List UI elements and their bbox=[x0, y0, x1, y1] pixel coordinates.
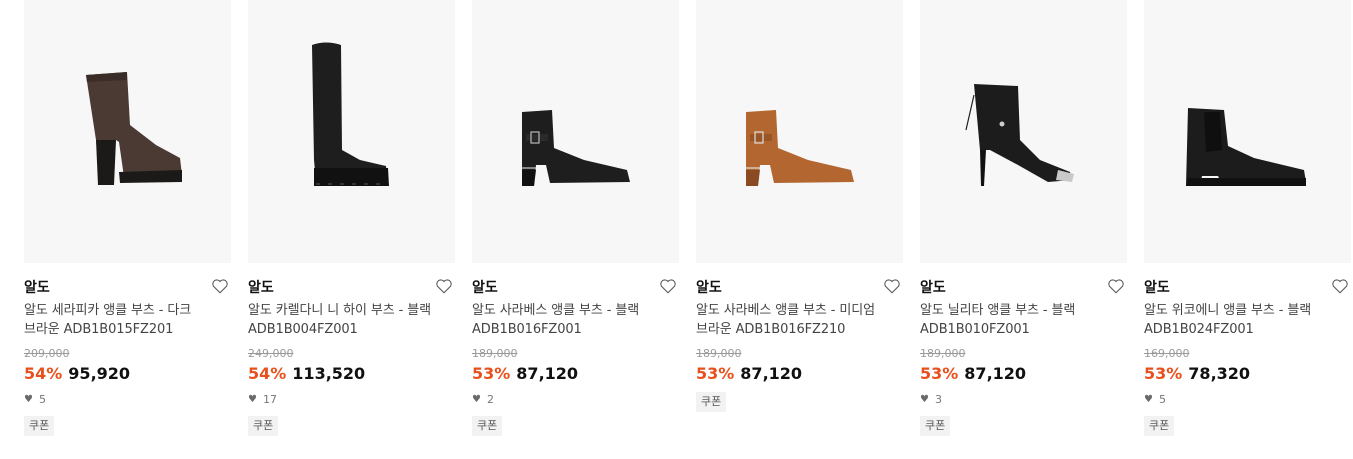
stiletto-ankle-boot-black-icon bbox=[965, 84, 1074, 186]
product-card[interactable]: 알도 알도 사라베스 앵클 부츠 - 블랙 ADB1B016FZ001 189,… bbox=[472, 0, 679, 436]
product-image[interactable] bbox=[472, 0, 679, 263]
product-name[interactable]: 알도 위코에니 앵클 부츠 - 블랙 ADB1B024FZ001 bbox=[1144, 301, 1351, 339]
price-row: 54% 95,920 bbox=[24, 363, 231, 385]
like-count-value: 5 bbox=[38, 393, 46, 406]
product-card[interactable]: 알도 알도 위코에니 앵클 부츠 - 블랙 ADB1B024FZ001 169,… bbox=[1144, 0, 1351, 436]
knee-high-boot-black-icon bbox=[312, 42, 389, 186]
brand-name: 알도 bbox=[472, 280, 498, 296]
like-count: ♥ 17 bbox=[248, 393, 455, 407]
price-row: 53% 87,120 bbox=[920, 363, 1127, 385]
heart-small-icon: ♥ bbox=[920, 394, 929, 405]
wishlist-heart-icon[interactable] bbox=[659, 277, 677, 295]
product-name-line1: 알도 위코에니 앵클 부츠 - 블랙 bbox=[1144, 303, 1312, 318]
product-image[interactable] bbox=[920, 0, 1127, 263]
wishlist-heart-icon[interactable] bbox=[1107, 277, 1125, 295]
product-name-line2: ADB1B004FZ001 bbox=[248, 322, 358, 337]
sale-price: 78,320 bbox=[1188, 364, 1251, 383]
price-row: 53% 87,120 bbox=[472, 363, 679, 385]
product-grid: 알도 알도 세라피카 앵클 부츠 - 다크 브라운 ADB1B015FZ201 … bbox=[0, 0, 1353, 459]
product-name[interactable]: 알도 카렐다니 니 하이 부츠 - 블랙 ADB1B004FZ001 bbox=[248, 301, 455, 339]
ankle-boot-tan-buckle-icon bbox=[746, 110, 854, 186]
product-name[interactable]: 알도 사라베스 앵클 부츠 - 미디엄 브라운 ADB1B016FZ210 bbox=[696, 301, 903, 339]
discount-rate: 53% bbox=[696, 364, 735, 383]
heart-small-icon: ♥ bbox=[472, 394, 481, 405]
price-row: 54% 113,520 bbox=[248, 363, 455, 385]
product-name-line1: 알도 사라베스 앵클 부츠 - 블랙 bbox=[472, 303, 640, 318]
like-count: ♥ 5 bbox=[24, 393, 231, 407]
discount-rate: 54% bbox=[24, 364, 63, 383]
wishlist-heart-icon[interactable] bbox=[1331, 277, 1349, 295]
coupon-badge: 쿠폰 bbox=[248, 416, 279, 436]
original-price: 189,000 bbox=[696, 347, 742, 360]
heart-small-icon: ♥ bbox=[24, 394, 33, 405]
coupon-badge: 쿠폰 bbox=[696, 392, 727, 412]
product-card[interactable]: 알도 알도 닐리타 앵클 부츠 - 블랙 ADB1B010FZ001 189,0… bbox=[920, 0, 1127, 436]
like-count-value: 3 bbox=[934, 393, 942, 406]
price-row: 53% 78,320 bbox=[1144, 363, 1351, 385]
product-image[interactable] bbox=[24, 0, 231, 263]
product-name-line2: ADB1B016FZ001 bbox=[472, 322, 582, 337]
discount-rate: 53% bbox=[472, 364, 511, 383]
brand-name: 알도 bbox=[24, 280, 50, 296]
product-name-line2: ADB1B024FZ001 bbox=[1144, 322, 1254, 337]
original-price: 169,000 bbox=[1144, 347, 1190, 360]
heart-small-icon: ♥ bbox=[248, 394, 257, 405]
product-card[interactable]: 알도 알도 사라베스 앵클 부츠 - 미디엄 브라운 ADB1B016FZ210… bbox=[696, 0, 903, 412]
like-count-value: 2 bbox=[486, 393, 494, 406]
product-image[interactable] bbox=[248, 0, 455, 263]
heart-small-icon: ♥ bbox=[1144, 394, 1153, 405]
sale-price: 113,520 bbox=[292, 364, 366, 383]
coupon-badge: 쿠폰 bbox=[1144, 416, 1175, 436]
product-name-line1: 알도 카렐다니 니 하이 부츠 - 블랙 bbox=[248, 303, 431, 318]
like-count: ♥ 2 bbox=[472, 393, 679, 407]
ankle-boot-brown-platform-icon bbox=[86, 72, 182, 185]
brand-name: 알도 bbox=[1144, 280, 1170, 296]
product-name-line1: 알도 닐리타 앵클 부츠 - 블랙 bbox=[920, 303, 1076, 318]
wishlist-heart-icon[interactable] bbox=[435, 277, 453, 295]
sale-price: 87,120 bbox=[516, 364, 579, 383]
product-image[interactable] bbox=[1144, 0, 1351, 263]
coupon-badge: 쿠폰 bbox=[24, 416, 55, 436]
product-name-line2: 브라운 ADB1B016FZ210 bbox=[696, 322, 846, 337]
product-card[interactable]: 알도 알도 카렐다니 니 하이 부츠 - 블랙 ADB1B004FZ001 24… bbox=[248, 0, 455, 436]
product-name[interactable]: 알도 닐리타 앵클 부츠 - 블랙 ADB1B010FZ001 bbox=[920, 301, 1127, 339]
original-price: 249,000 bbox=[248, 347, 294, 360]
coupon-badge: 쿠폰 bbox=[920, 416, 951, 436]
original-price: 209,000 bbox=[24, 347, 70, 360]
product-image[interactable] bbox=[696, 0, 903, 263]
ankle-boot-black-buckle-icon bbox=[522, 110, 630, 186]
price-row: 53% 87,120 bbox=[696, 363, 903, 385]
like-count: ♥ 5 bbox=[1144, 393, 1351, 407]
brand-name: 알도 bbox=[248, 280, 274, 296]
wishlist-heart-icon[interactable] bbox=[883, 277, 901, 295]
product-name-line2: 브라운 ADB1B015FZ201 bbox=[24, 322, 174, 337]
like-count-value: 17 bbox=[262, 393, 277, 406]
sale-price: 87,120 bbox=[740, 364, 803, 383]
sale-price: 95,920 bbox=[68, 364, 131, 383]
original-price: 189,000 bbox=[472, 347, 518, 360]
product-card[interactable]: 알도 알도 세라피카 앵클 부츠 - 다크 브라운 ADB1B015FZ201 … bbox=[24, 0, 231, 436]
discount-rate: 54% bbox=[248, 364, 287, 383]
chelsea-boot-black-icon bbox=[1186, 108, 1306, 186]
coupon-badge: 쿠폰 bbox=[472, 416, 503, 436]
product-name[interactable]: 알도 세라피카 앵클 부츠 - 다크 브라운 ADB1B015FZ201 bbox=[24, 301, 231, 339]
product-name-line1: 알도 세라피카 앵클 부츠 - 다크 bbox=[24, 303, 192, 318]
original-price: 189,000 bbox=[920, 347, 966, 360]
like-count: ♥ 3 bbox=[920, 393, 1127, 407]
product-name-line1: 알도 사라베스 앵클 부츠 - 미디엄 bbox=[696, 303, 875, 318]
discount-rate: 53% bbox=[920, 364, 959, 383]
like-count-value: 5 bbox=[1158, 393, 1166, 406]
brand-name: 알도 bbox=[920, 280, 946, 296]
product-name-line2: ADB1B010FZ001 bbox=[920, 322, 1030, 337]
discount-rate: 53% bbox=[1144, 364, 1183, 383]
brand-name: 알도 bbox=[696, 280, 722, 296]
sale-price: 87,120 bbox=[964, 364, 1027, 383]
wishlist-heart-icon[interactable] bbox=[211, 277, 229, 295]
product-name[interactable]: 알도 사라베스 앵클 부츠 - 블랙 ADB1B016FZ001 bbox=[472, 301, 679, 339]
